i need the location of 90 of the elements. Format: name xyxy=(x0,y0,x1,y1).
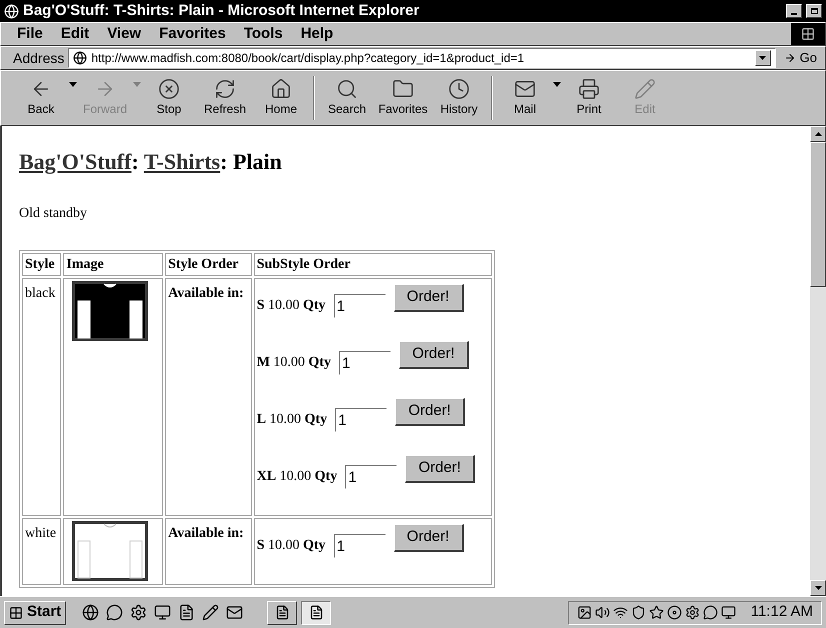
caret-icon[interactable] xyxy=(69,82,77,87)
globe-icon[interactable] xyxy=(82,604,100,621)
size-price-text: S 10.00 Qty xyxy=(256,297,326,315)
size-price-text: XL 10.00 Qty xyxy=(256,468,338,486)
order-button[interactable]: Order! xyxy=(395,398,466,426)
shield-icon[interactable] xyxy=(630,605,646,620)
description-text: Old standby xyxy=(19,205,88,223)
monitor-icon[interactable] xyxy=(154,604,172,621)
order-button[interactable]: Order! xyxy=(394,524,464,552)
clock-text: 11:12 AM xyxy=(750,602,813,622)
scrollbar[interactable] xyxy=(810,126,826,596)
menu-item[interactable]: File xyxy=(17,22,43,46)
caret-icon xyxy=(759,56,766,60)
table-cell: white xyxy=(22,518,62,585)
size-price-text: M 10.00 Qty xyxy=(256,354,331,372)
document-icon[interactable] xyxy=(178,604,196,621)
task-button[interactable] xyxy=(301,600,332,624)
toolbar-button[interactable]: Print xyxy=(561,78,617,118)
speech-bubble-icon[interactable] xyxy=(702,605,718,620)
column-header: SubStyle Order xyxy=(254,253,492,276)
breadcrumb-link[interactable]: T-Shirts xyxy=(144,149,220,174)
menu-item[interactable]: Favorites xyxy=(159,22,226,46)
menu-item[interactable]: Edit xyxy=(60,22,90,46)
size-price-text: S 10.00 Qty xyxy=(256,537,326,555)
toolbar-button[interactable]: History xyxy=(431,78,487,118)
column-header: Style xyxy=(22,253,62,276)
address-field[interactable]: http://www.madfish.com:8080/book/cart/display.php?category_id=1&product_id=1 xyxy=(68,48,776,68)
speaker-icon[interactable] xyxy=(594,605,610,620)
pencil-icon[interactable] xyxy=(202,604,220,621)
up-arrow-icon[interactable] xyxy=(814,132,822,136)
table-cell: Available in: xyxy=(165,278,252,516)
printer-icon xyxy=(578,78,600,100)
document-icon xyxy=(308,605,324,620)
go-button[interactable]: Go xyxy=(780,48,821,68)
start-button[interactable]: Start xyxy=(4,600,66,624)
mail-icon xyxy=(514,78,536,100)
toolbar-button[interactable]: Refresh xyxy=(197,78,253,118)
restore-button[interactable] xyxy=(806,4,822,18)
disc-icon[interactable] xyxy=(666,605,682,620)
quantity-field[interactable]: 1 xyxy=(345,465,398,489)
column-header: Image xyxy=(63,253,164,276)
toolbar-button[interactable]: Stop xyxy=(141,78,197,118)
pencil-icon xyxy=(634,78,656,100)
toolbar-button[interactable]: Home xyxy=(253,78,309,118)
order-button[interactable]: Order! xyxy=(394,284,464,312)
dropdown-button[interactable] xyxy=(754,50,771,66)
menu-item[interactable]: Help xyxy=(300,22,334,46)
menu-item[interactable]: Tools xyxy=(244,22,283,46)
quantity-field[interactable]: 1 xyxy=(334,294,386,318)
arrow-icon xyxy=(784,52,796,64)
folder-icon xyxy=(392,78,414,100)
url-text: http://www.madfish.com:8080/book/cart/display.php?category_id=1&product_id=1 xyxy=(91,50,526,67)
refresh-icon xyxy=(214,78,236,100)
minimize-button[interactable] xyxy=(786,4,802,18)
star-icon[interactable] xyxy=(648,605,664,620)
clock-icon xyxy=(448,78,470,100)
window-title: Bag'O'Stuff: T-Shirts: Plain - Microsoft Internet Explorer xyxy=(23,0,420,21)
down-arrow-icon[interactable] xyxy=(814,586,822,590)
breadcrumb-text: : Plain xyxy=(220,149,282,174)
breadcrumb-text: : xyxy=(131,149,140,174)
search-icon xyxy=(336,78,358,100)
quantity-field[interactable]: 1 xyxy=(334,534,386,558)
size-price-text: L 10.00 Qty xyxy=(256,411,328,429)
address-label: Address xyxy=(12,48,64,68)
menu-item[interactable]: View xyxy=(107,22,142,46)
toolbar-button[interactable]: Favorites xyxy=(375,78,431,118)
table-cell: Available in: xyxy=(165,518,252,585)
toolbar-button[interactable]: Back xyxy=(13,78,77,118)
gear-icon[interactable] xyxy=(130,604,148,621)
caret-icon[interactable] xyxy=(553,82,561,87)
breadcrumb-link[interactable]: Bag'O'Stuff xyxy=(19,149,132,174)
stop-icon xyxy=(158,78,180,100)
toolbar-button[interactable]: Search xyxy=(319,78,375,118)
globe-icon xyxy=(4,4,19,18)
column-header: Style Order xyxy=(165,253,252,276)
page-icon xyxy=(73,51,88,65)
image-icon[interactable] xyxy=(576,605,592,620)
quantity-field[interactable]: 1 xyxy=(335,408,388,432)
monitor-icon[interactable] xyxy=(720,605,736,620)
document-icon xyxy=(274,605,290,620)
toolbar-button[interactable]: Mail xyxy=(497,78,561,118)
speech-bubble-icon[interactable] xyxy=(106,604,124,621)
quantity-field[interactable]: 1 xyxy=(338,351,391,375)
order-button[interactable]: Order! xyxy=(405,455,476,483)
home-icon xyxy=(270,78,292,100)
windows-logo-icon xyxy=(9,606,23,620)
mail-icon[interactable] xyxy=(226,604,244,621)
table-cell: black xyxy=(22,278,62,516)
gear-icon[interactable] xyxy=(684,605,700,620)
order-button[interactable]: Order! xyxy=(398,341,469,369)
